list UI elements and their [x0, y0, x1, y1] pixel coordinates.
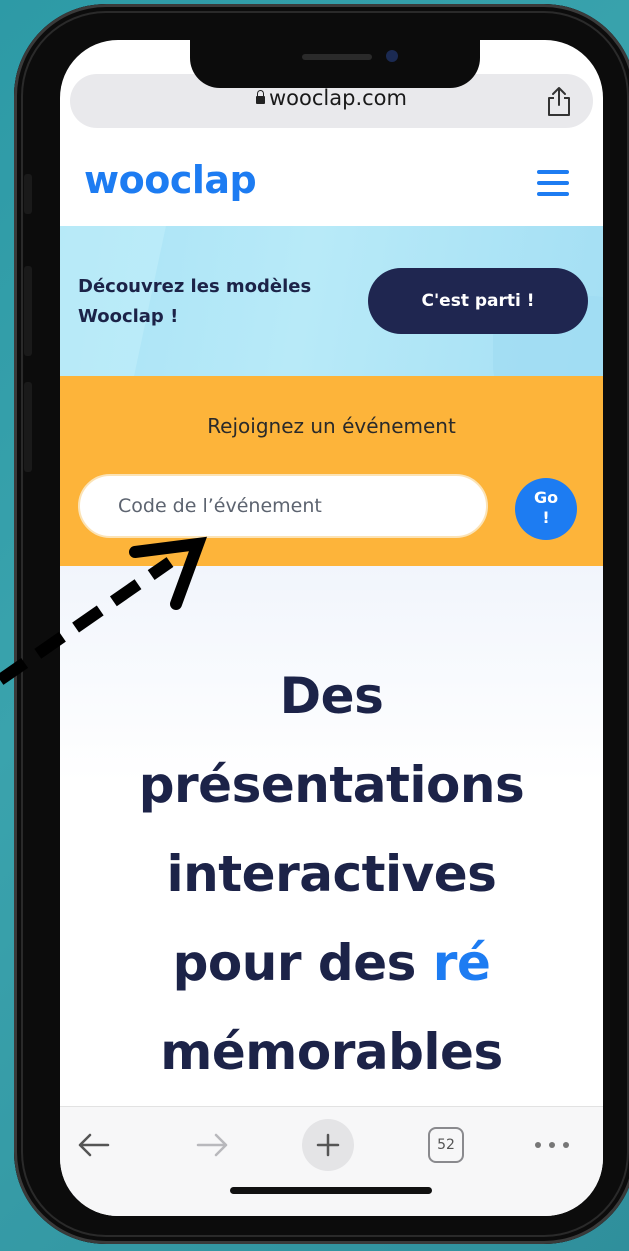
share-icon[interactable] — [545, 85, 573, 117]
hero-line-4: pour des ré — [60, 919, 603, 1008]
templates-banner: Découvrez les modèles Wooclap ! C'est pa… — [60, 226, 603, 376]
more-icon[interactable] — [530, 1127, 574, 1163]
browser-toolbar: 52 — [60, 1106, 603, 1216]
event-code-input[interactable] — [78, 474, 488, 538]
hamburger-menu-icon[interactable] — [537, 170, 569, 196]
hero-accent-word: ré — [432, 934, 491, 992]
mute-switch — [24, 174, 32, 214]
url-text: wooclap.com — [269, 86, 407, 110]
cest-parti-button[interactable]: C'est parti ! — [368, 268, 588, 334]
hero-line-2: présentations — [138, 756, 525, 814]
go-button[interactable]: Go ! — [515, 478, 577, 540]
tabs-icon[interactable]: 52 — [428, 1127, 464, 1163]
banner-line-2: Wooclap ! — [78, 306, 179, 327]
go-exclamation: ! — [542, 508, 550, 527]
banner-text: Découvrez les modèles Wooclap ! — [78, 272, 348, 332]
lock-icon — [256, 90, 265, 104]
volume-down-button — [24, 382, 32, 472]
speaker — [302, 54, 372, 60]
wooclap-logo[interactable]: wooclap — [84, 158, 257, 202]
hero-title: Des présentations interactives pour des … — [60, 652, 603, 1097]
front-camera — [386, 50, 398, 62]
forward-arrow-icon[interactable] — [192, 1127, 232, 1163]
banner-line-1: Découvrez les modèles — [78, 276, 312, 297]
home-indicator — [230, 1187, 432, 1194]
hero-line-4-text: pour des — [172, 934, 433, 992]
notch — [190, 40, 480, 88]
volume-up-button — [24, 266, 32, 356]
dashed-arrow-annotation — [0, 536, 208, 685]
go-label: Go — [533, 488, 559, 507]
hero-line-5: mémorables — [160, 1023, 503, 1081]
hero-line-3: interactives — [166, 845, 497, 903]
plus-icon — [316, 1133, 340, 1157]
site-header: wooclap — [60, 144, 603, 224]
url-display[interactable]: wooclap.com — [70, 86, 593, 110]
new-tab-button[interactable] — [302, 1119, 354, 1171]
back-arrow-icon[interactable] — [74, 1127, 114, 1163]
join-event-label: Rejoignez un événement — [207, 414, 456, 438]
